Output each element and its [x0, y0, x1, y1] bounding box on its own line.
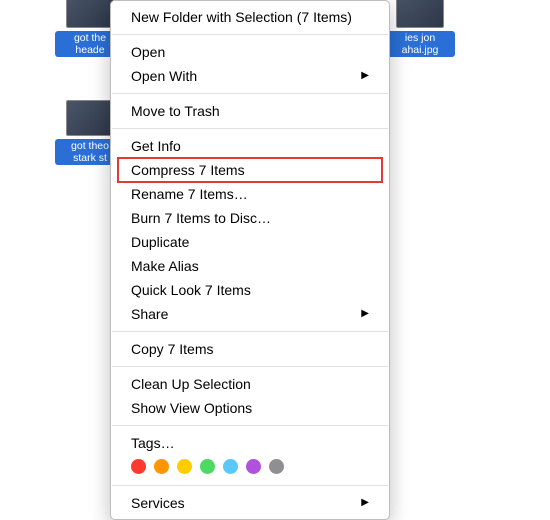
menu-separator [112, 331, 388, 332]
menu-separator [112, 485, 388, 486]
menu-rename[interactable]: Rename 7 Items… [111, 182, 389, 206]
menu-duplicate[interactable]: Duplicate [111, 230, 389, 254]
submenu-arrow-icon: ▶ [361, 494, 369, 512]
tags-color-row [111, 455, 389, 480]
menu-item-label: Share [131, 305, 168, 323]
file-label: ies jon ahai.jpg [385, 31, 455, 57]
menu-item-label: Move to Trash [131, 102, 220, 120]
tag-dot-orange[interactable] [154, 459, 169, 474]
menu-clean-up-selection[interactable]: Clean Up Selection [111, 372, 389, 396]
tag-dot-blue[interactable] [223, 459, 238, 474]
menu-get-info[interactable]: Get Info [111, 134, 389, 158]
menu-item-label: Open [131, 43, 165, 61]
menu-item-label: Quick Look 7 Items [131, 281, 251, 299]
menu-item-label: Clean Up Selection [131, 375, 251, 393]
menu-show-view-options[interactable]: Show View Options [111, 396, 389, 420]
file-thumbnail [66, 100, 114, 136]
menu-compress[interactable]: Compress 7 Items [111, 158, 389, 182]
menu-item-label: New Folder with Selection (7 Items) [131, 8, 352, 26]
desktop-background: got the heade ies jon ahai.jpg got theo … [0, 0, 550, 504]
menu-item-label: Duplicate [131, 233, 189, 251]
menu-item-label: Services [131, 494, 185, 512]
menu-separator [112, 34, 388, 35]
menu-new-folder-with-selection[interactable]: New Folder with Selection (7 Items) [111, 5, 389, 29]
menu-item-label: Compress 7 Items [131, 161, 245, 179]
submenu-arrow-icon: ▶ [361, 67, 369, 85]
selected-file[interactable]: ies jon ahai.jpg [385, 0, 455, 57]
menu-item-label: Rename 7 Items… [131, 185, 248, 203]
menu-share[interactable]: Share ▶ [111, 302, 389, 326]
menu-separator [112, 425, 388, 426]
file-thumbnail [396, 0, 444, 28]
tag-dot-red[interactable] [131, 459, 146, 474]
menu-item-label: Copy 7 Items [131, 340, 213, 358]
menu-item-label: Show View Options [131, 399, 252, 417]
tag-dot-gray[interactable] [269, 459, 284, 474]
menu-item-label: Get Info [131, 137, 181, 155]
menu-item-label: Burn 7 Items to Disc… [131, 209, 271, 227]
menu-services[interactable]: Services ▶ [111, 491, 389, 515]
tag-dot-yellow[interactable] [177, 459, 192, 474]
tag-dot-purple[interactable] [246, 459, 261, 474]
menu-item-label: Open With [131, 67, 197, 85]
menu-item-label: Tags… [131, 434, 175, 452]
menu-item-label: Make Alias [131, 257, 199, 275]
menu-separator [112, 128, 388, 129]
menu-open[interactable]: Open [111, 40, 389, 64]
menu-separator [112, 93, 388, 94]
tag-dot-green[interactable] [200, 459, 215, 474]
menu-burn[interactable]: Burn 7 Items to Disc… [111, 206, 389, 230]
menu-make-alias[interactable]: Make Alias [111, 254, 389, 278]
menu-move-to-trash[interactable]: Move to Trash [111, 99, 389, 123]
menu-quick-look[interactable]: Quick Look 7 Items [111, 278, 389, 302]
menu-tags[interactable]: Tags… [111, 431, 389, 455]
menu-open-with[interactable]: Open With ▶ [111, 64, 389, 88]
menu-copy[interactable]: Copy 7 Items [111, 337, 389, 361]
menu-separator [112, 366, 388, 367]
submenu-arrow-icon: ▶ [361, 305, 369, 323]
context-menu: New Folder with Selection (7 Items) Open… [110, 0, 390, 520]
file-thumbnail [66, 0, 114, 28]
